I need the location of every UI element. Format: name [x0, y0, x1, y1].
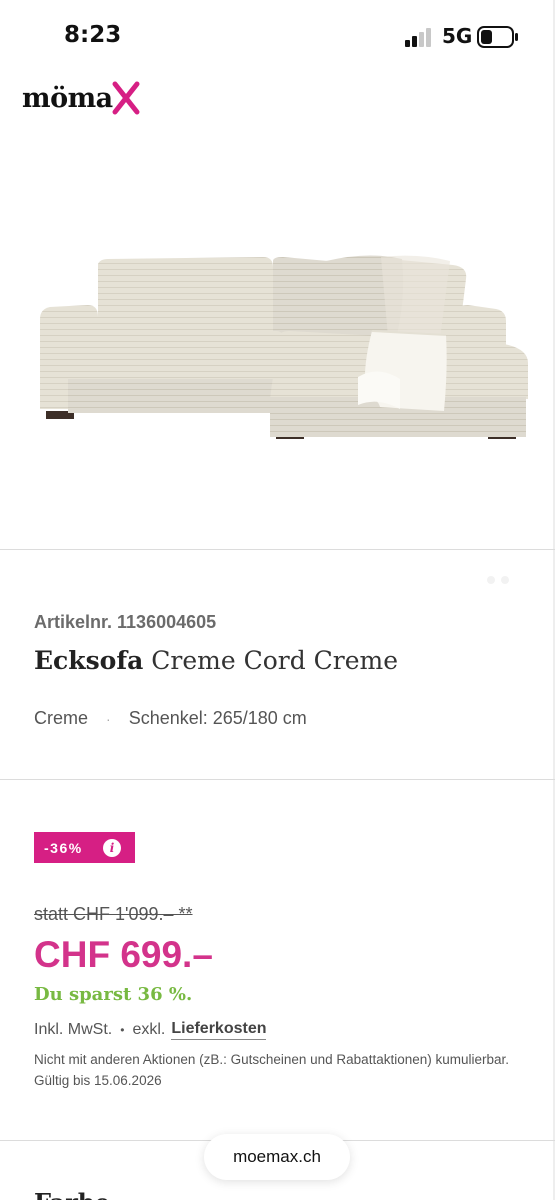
sofa-illustration [39, 255, 528, 439]
discount-badge: -36% i [34, 832, 135, 863]
battery-icon [477, 26, 518, 48]
attribute-dimensions: Schenkel: 265/180 cm [128, 708, 307, 728]
attribute-color: Creme [34, 708, 89, 728]
discount-percent: -36% [44, 839, 83, 856]
logo-x-mark [112, 81, 140, 115]
browser-url-bar[interactable]: moemax.ch [204, 1134, 350, 1180]
product-image[interactable] [0, 130, 555, 548]
info-icon[interactable]: i [103, 838, 121, 857]
product-attributes: Creme · Schenkel: 265/180 cm [34, 708, 307, 729]
signal-bars-icon [405, 28, 431, 47]
article-number: Artikelnr. 1136004605 [34, 612, 217, 632]
divider [0, 779, 555, 780]
divider [0, 549, 555, 550]
savings-text: Du sparst 36 %. [34, 984, 193, 1005]
network-label: 5G [442, 24, 473, 48]
promo-notice: Nicht mit anderen Aktionen (zB.: Gutsche… [34, 1052, 510, 1088]
pager-dot[interactable] [487, 576, 495, 584]
tax-label: Inkl. MwSt. [34, 1021, 113, 1038]
section-heading: Farbe [34, 1188, 110, 1200]
shipping-prefix: exkl. [132, 1021, 166, 1038]
product-title-rest: Creme Cord Creme [143, 646, 399, 675]
site-header: möma [0, 72, 555, 124]
status-bar: 8:23 5G [0, 0, 555, 72]
tax-separator: • [120, 1023, 125, 1037]
logo-wordmark: möma [22, 82, 113, 114]
image-pager[interactable] [487, 576, 509, 584]
shipping-costs-link[interactable]: Lieferkosten [171, 1020, 267, 1040]
status-time: 8:23 [64, 22, 122, 48]
current-price: CHF 699.– [34, 934, 213, 975]
attribute-separator: · [106, 710, 111, 727]
product-title: Ecksofa Creme Cord Creme [34, 646, 398, 675]
old-price: statt CHF 1'099.– ** [34, 904, 193, 924]
product-title-bold: Ecksofa [34, 646, 144, 675]
tax-shipping-line: Inkl. MwSt. • exkl. Lieferkosten [34, 1020, 267, 1040]
pager-dot[interactable] [501, 576, 509, 584]
site-logo[interactable]: möma [22, 76, 143, 120]
